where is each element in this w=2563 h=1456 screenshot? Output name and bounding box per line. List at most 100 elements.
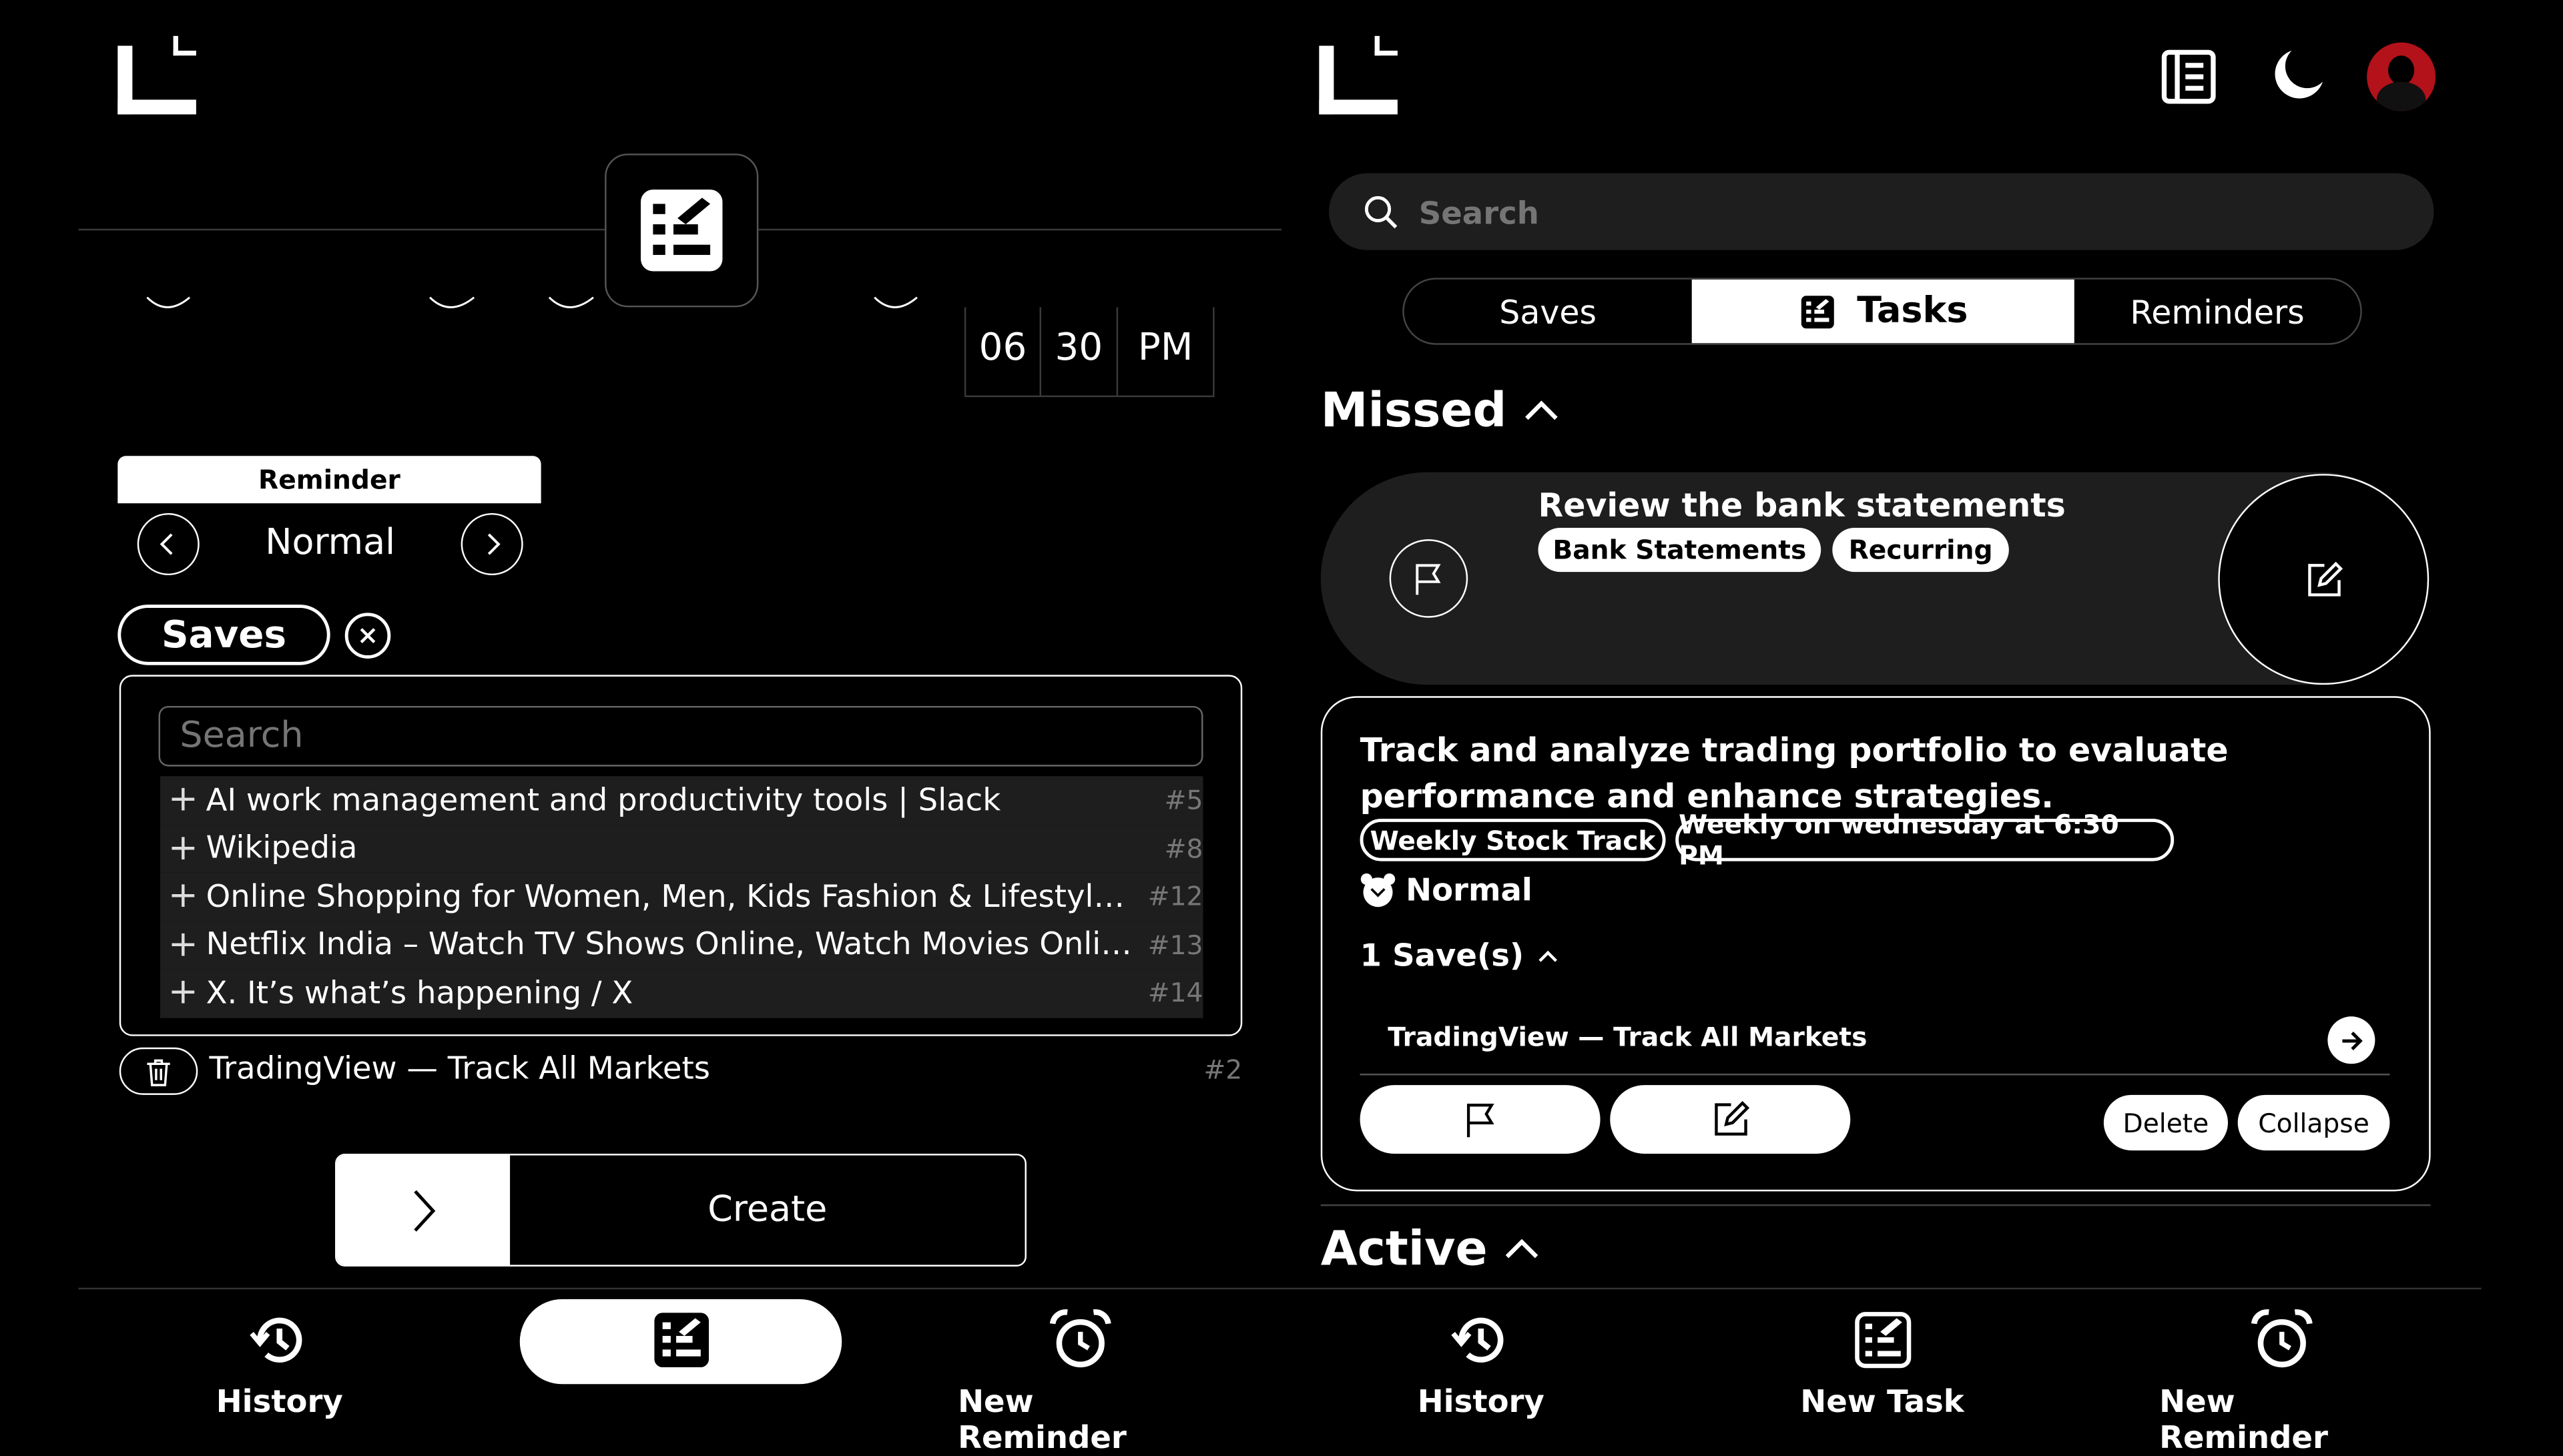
hour-field[interactable]: 06 [966, 327, 1039, 370]
search-icon [1362, 193, 1401, 232]
alarm-icon [2249, 1307, 2315, 1373]
reminder-label: Reminder [117, 456, 541, 504]
list-item-title: AI work management and productivity tool… [206, 782, 1001, 819]
nav-new-task[interactable]: New Task [556, 1307, 806, 1420]
list-item[interactable]: + Wikipedia #8 [160, 824, 1203, 873]
list-item-number: #13 [1147, 929, 1203, 961]
nav-history-label: History [1417, 1384, 1544, 1421]
search-input[interactable] [1415, 183, 2403, 244]
task-tag: Weekly on wednesday at 6:30 PM [1675, 809, 2175, 871]
edit-task-button[interactable] [1610, 1085, 1851, 1154]
edit-icon [1709, 1098, 1751, 1141]
priority-row: Normal [1360, 873, 1532, 909]
plus-icon: + [168, 924, 198, 966]
missed-task-title: Review the bank statements [1538, 485, 2066, 525]
open-save-button[interactable] [2327, 1016, 2375, 1064]
minute-field[interactable]: 30 [1041, 327, 1117, 370]
chevron-right-icon [479, 531, 505, 557]
list-item-title: Netflix India – Watch TV Shows Online, W… [206, 927, 1138, 964]
remove-save-button[interactable] [119, 1047, 198, 1095]
task-tag: Bank Statements [1538, 528, 1821, 573]
divider [78, 228, 605, 231]
app-logo [1319, 35, 1398, 115]
notes-icon[interactable] [2161, 49, 2217, 104]
nav-new-reminder-label: New Reminder [958, 1384, 1127, 1456]
saves-chip[interactable]: Saves [117, 605, 330, 665]
list-item-title: X. It’s what’s happening / X [206, 975, 633, 1012]
active-section-toggle[interactable]: Active [1320, 1220, 1540, 1277]
chevron-left-icon [156, 531, 182, 557]
chevron-up-icon [1523, 399, 1559, 422]
chevron-up-icon [1504, 1237, 1540, 1260]
divider [1320, 1204, 2431, 1206]
nav-new-reminder[interactable]: New Reminder [2159, 1307, 2404, 1456]
list-item[interactable]: + Netflix India – Watch TV Shows Online, … [160, 921, 1203, 970]
nav-new-reminder[interactable]: New Reminder [958, 1307, 1203, 1456]
nav-new-task-label: New Task [1800, 1384, 1964, 1421]
saves-search-input[interactable] [158, 705, 1203, 767]
create-button[interactable]: Create [510, 1155, 1025, 1264]
flag-button[interactable] [1389, 539, 1468, 618]
collapse-button[interactable]: Collapse [2237, 1094, 2390, 1151]
tab-tasks[interactable]: Tasks [1691, 279, 2074, 344]
prev-priority-button[interactable] [137, 512, 200, 576]
saves-toggle[interactable]: 1 Save(s) [1360, 938, 1560, 974]
arrow-right-icon [2338, 1027, 2364, 1053]
alarm-icon [1048, 1307, 1113, 1373]
missed-heading: Missed [1320, 382, 1507, 438]
nav-history-label: History [216, 1384, 343, 1421]
moon-icon[interactable] [2269, 46, 2327, 105]
list-item-number: #8 [1164, 833, 1203, 864]
selected-save-title: TradingView — Track All Markets [209, 1050, 710, 1087]
list-item-number: #14 [1147, 978, 1203, 1009]
plus-icon: + [168, 972, 198, 1014]
date-picker-arcs [146, 296, 918, 308]
tab-bar: Saves Tasks Reminders [1402, 278, 2362, 345]
edit-icon [2302, 558, 2345, 601]
list-item[interactable]: + AI work management and productivity too… [160, 776, 1203, 825]
tab-saves[interactable]: Saves [1404, 280, 1692, 344]
flag-icon [1460, 1100, 1500, 1139]
plus-icon: + [168, 828, 198, 869]
expand-options-button[interactable] [336, 1155, 511, 1265]
next-priority-button[interactable] [461, 512, 523, 576]
nav-new-task[interactable]: New Task [1757, 1307, 2008, 1420]
flag-icon [1410, 561, 1446, 597]
nav-new-task-label: New Task [599, 1384, 763, 1421]
list-item-title: Online Shopping for Women, Men, Kids Fas… [206, 878, 1138, 915]
list-item[interactable]: + X. It’s what’s happening / X #14 [160, 969, 1203, 1018]
chevron-right-icon [408, 1187, 438, 1233]
delete-button[interactable]: Delete [2103, 1094, 2228, 1151]
flag-task-button[interactable] [1360, 1085, 1601, 1154]
period-field[interactable]: PM [1118, 327, 1213, 370]
expanded-task-title: Track and analyze trading portfolio to e… [1360, 730, 2229, 816]
close-icon [358, 626, 377, 645]
task-icon [1798, 292, 1837, 331]
saves-count: 1 Save(s) [1360, 938, 1524, 974]
task-icon [633, 181, 731, 280]
plus-icon: + [168, 876, 198, 918]
chevron-up-icon [1537, 948, 1560, 964]
task-mode-badge[interactable] [605, 153, 759, 308]
list-item[interactable]: + Online Shopping for Women, Men, Kids Fa… [160, 872, 1203, 922]
divider [1213, 307, 1215, 396]
divider [1360, 1073, 2390, 1076]
tab-tasks-label: Tasks [1857, 290, 1968, 332]
divider [78, 1287, 2482, 1290]
list-item-title: Wikipedia [206, 830, 358, 867]
nav-history[interactable]: History [1365, 1307, 1597, 1420]
clear-saves-button[interactable] [344, 613, 391, 659]
save-item-title[interactable]: TradingView — Track All Markets [1388, 1022, 1867, 1053]
edit-task-button[interactable] [2218, 474, 2430, 685]
divider [964, 395, 1215, 398]
active-heading: Active [1320, 1220, 1488, 1277]
avatar[interactable] [2367, 42, 2436, 111]
app-logo [117, 35, 196, 115]
missed-section-toggle[interactable]: Missed [1321, 382, 1559, 438]
nav-new-reminder-label: New Reminder [2159, 1384, 2328, 1456]
tab-reminders[interactable]: Reminders [2074, 280, 2361, 344]
history-icon [1448, 1307, 1514, 1373]
list-item-number: #12 [1147, 881, 1203, 913]
plus-icon: + [168, 779, 198, 821]
nav-history[interactable]: History [164, 1307, 396, 1420]
